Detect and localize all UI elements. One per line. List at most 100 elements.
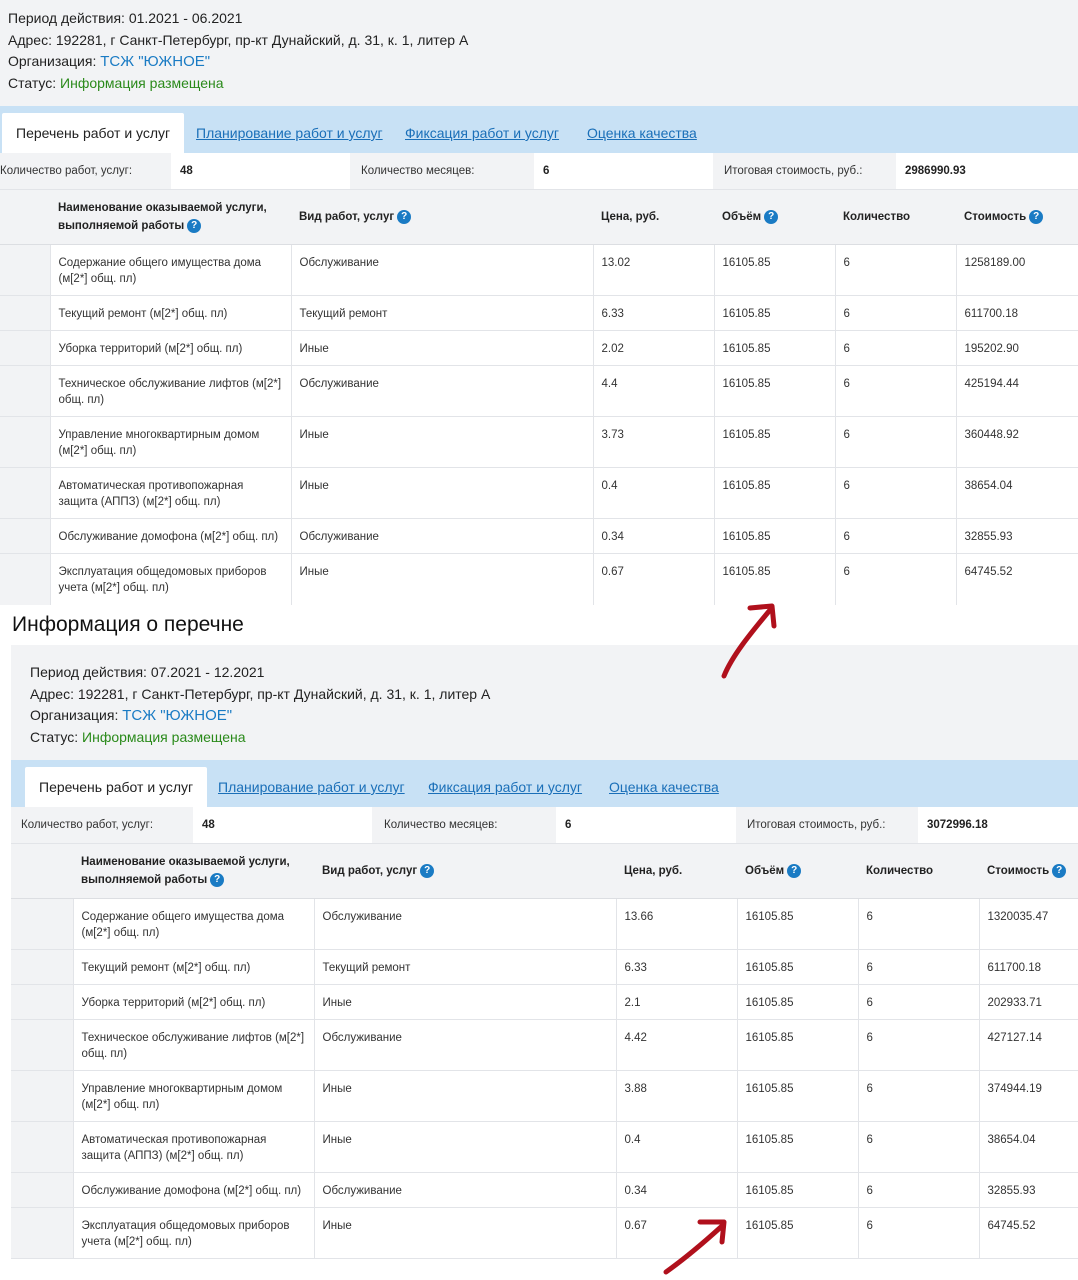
cost-cell: 425194.44 [956,365,1078,417]
quantity-cell: 6 [835,416,957,468]
tab-quality[interactable]: Оценка качества [587,106,697,153]
table-row: Обслуживание домофона (м[2*] общ. пл) Обс… [0,518,1078,554]
service-name-cell: Содержание общего имущества дома (м[2*] … [73,898,315,950]
header-work-type: Вид работ, услуг? [314,844,616,899]
header-cost: Стоимость? [979,844,1078,899]
work-type-cell: Иные [314,1121,617,1173]
header-volume: Объём? [714,190,835,245]
work-type-cell: Текущий ремонт [291,295,594,331]
help-icon[interactable]: ? [210,872,225,887]
table-row: Эксплуатация общедомовых приборов учета … [11,1207,1078,1259]
tab-works-list[interactable]: Перечень работ и услуг [2,113,185,153]
summary-bar: Количество работ, услуг: 48 Количество м… [11,807,1078,844]
price-cell: 0.4 [593,467,715,519]
work-type-cell: Обслуживание [291,244,594,296]
list-panel-first-half: Период действия: 01.2021 - 06.2021 Адрес… [0,0,1078,605]
total-cost-value: 2986990.93 [896,153,1078,189]
price-cell: 2.1 [616,984,738,1020]
section-heading: Информация о перечне [12,613,244,636]
table-row: Уборка территорий (м[2*] общ. пл) Иные 2.0… [0,330,1078,366]
table-row: Управление многоквартирным домом (м[2*] … [11,1070,1078,1122]
help-icon[interactable]: ? [1052,863,1067,878]
header-gutter [0,190,50,245]
tab-planning[interactable]: Планирование работ и услуг [196,106,383,153]
volume-cell: 16105.85 [737,1019,859,1071]
cost-cell: 611700.18 [979,949,1078,985]
period-value: 07.2021 - 12.2021 [150,664,265,680]
address-line: Адрес: 192281, г Санкт-Петербург, пр-кт … [8,31,469,48]
work-type-cell: Текущий ремонт [314,949,617,985]
quantity-cell: 6 [835,467,957,519]
cost-cell: 374944.19 [979,1070,1078,1122]
service-name-cell: Управление многоквартирным домом (м[2*] … [50,416,292,468]
price-cell: 6.33 [593,295,715,331]
help-icon[interactable]: ? [1029,209,1044,224]
table-row: Техническое обслуживание лифтов (м[2*] о… [11,1019,1078,1071]
quantity-cell: 6 [858,984,980,1020]
header-volume: Объём? [737,844,858,899]
cost-cell: 32855.93 [956,518,1078,554]
quantity-cell: 6 [858,949,980,985]
works-count-label: Количество работ, услуг: [0,165,133,177]
status-value: Информация размещена [60,74,224,91]
service-name-cell: Эксплуатация общедомовых приборов учета … [50,553,292,605]
volume-cell: 16105.85 [737,1070,859,1122]
price-cell: 3.88 [616,1070,738,1122]
quantity-cell: 6 [858,898,980,950]
tab-fixation[interactable]: Фиксация работ и услуг [405,106,559,153]
cost-cell: 64745.52 [956,553,1078,605]
status-value: Информация размещена [82,728,246,745]
organization-line: Организация: ТСЖ "ЮЖНОЕ" [30,707,233,724]
volume-cell: 16105.85 [737,949,859,985]
months-count-label: Количество месяцев: [384,819,498,831]
help-icon[interactable]: ? [187,218,202,233]
price-cell: 4.42 [616,1019,738,1071]
volume-cell: 16105.85 [737,984,859,1020]
help-icon[interactable]: ? [787,863,802,878]
tab-works-list[interactable]: Перечень работ и услуг [25,767,208,807]
service-name-cell: Управление многоквартирным домом (м[2*] … [73,1070,315,1122]
table-header-row: Наименование оказываемой услуги, выполня… [11,844,1078,899]
quantity-cell: 6 [835,244,957,296]
tab-fixation[interactable]: Фиксация работ и услуг [428,760,582,807]
work-type-cell: Иные [314,1070,617,1122]
table-row: Автоматическая противопожарная защита (А… [0,467,1078,519]
header-price: Цена, руб. [616,844,737,899]
help-icon[interactable]: ? [764,209,779,224]
status-line: Статус: Информация размещена [8,74,224,91]
volume-cell: 16105.85 [714,244,836,296]
tab-planning[interactable]: Планирование работ и услуг [218,760,405,807]
status-line: Статус: Информация размещена [30,728,246,745]
works-count-value: 48 [193,807,372,843]
organization-link[interactable]: ТСЖ "ЮЖНОЕ" [100,53,210,70]
summary-bar: Количество работ, услуг: 48 Количество м… [0,153,1078,190]
table-header-row: Наименование оказываемой услуги, выполня… [0,190,1078,245]
quantity-cell: 6 [835,365,957,417]
header-cost: Стоимость? [956,190,1078,245]
service-name-cell: Уборка территорий (м[2*] общ. пл) [73,984,315,1020]
total-cost-label: Итоговая стоимость, руб.: [747,819,886,831]
work-type-cell: Иные [291,467,594,519]
volume-cell: 16105.85 [714,295,836,331]
price-cell: 6.33 [616,949,738,985]
quantity-cell: 6 [858,1172,980,1208]
list-info-block: Период действия: 07.2021 - 12.2021 Адрес… [11,645,1078,760]
cost-cell: 64745.52 [979,1207,1078,1259]
service-name-cell: Содержание общего имущества дома (м[2*] … [50,244,292,296]
tab-quality[interactable]: Оценка качества [609,760,719,807]
help-icon[interactable]: ? [420,863,435,878]
organization-link[interactable]: ТСЖ "ЮЖНОЕ" [122,707,232,724]
cost-cell: 1258189.00 [956,244,1078,296]
service-name-cell: Обслуживание домофона (м[2*] общ. пл) [73,1172,315,1208]
address-line: Адрес: 192281, г Санкт-Петербург, пр-кт … [30,685,491,702]
work-type-cell: Иные [291,416,594,468]
quantity-cell: 6 [835,518,957,554]
red-arrow-icon [663,1219,727,1275]
table-row: Управление многоквартирным домом (м[2*] … [0,416,1078,468]
tab-bar: Перечень работ и услуг Планирование рабо… [11,760,1078,807]
header-quantity: Количество [835,190,956,245]
help-icon[interactable]: ? [397,209,412,224]
quantity-cell: 6 [835,553,957,605]
cost-cell: 38654.04 [979,1121,1078,1173]
price-cell: 4.4 [593,365,715,417]
